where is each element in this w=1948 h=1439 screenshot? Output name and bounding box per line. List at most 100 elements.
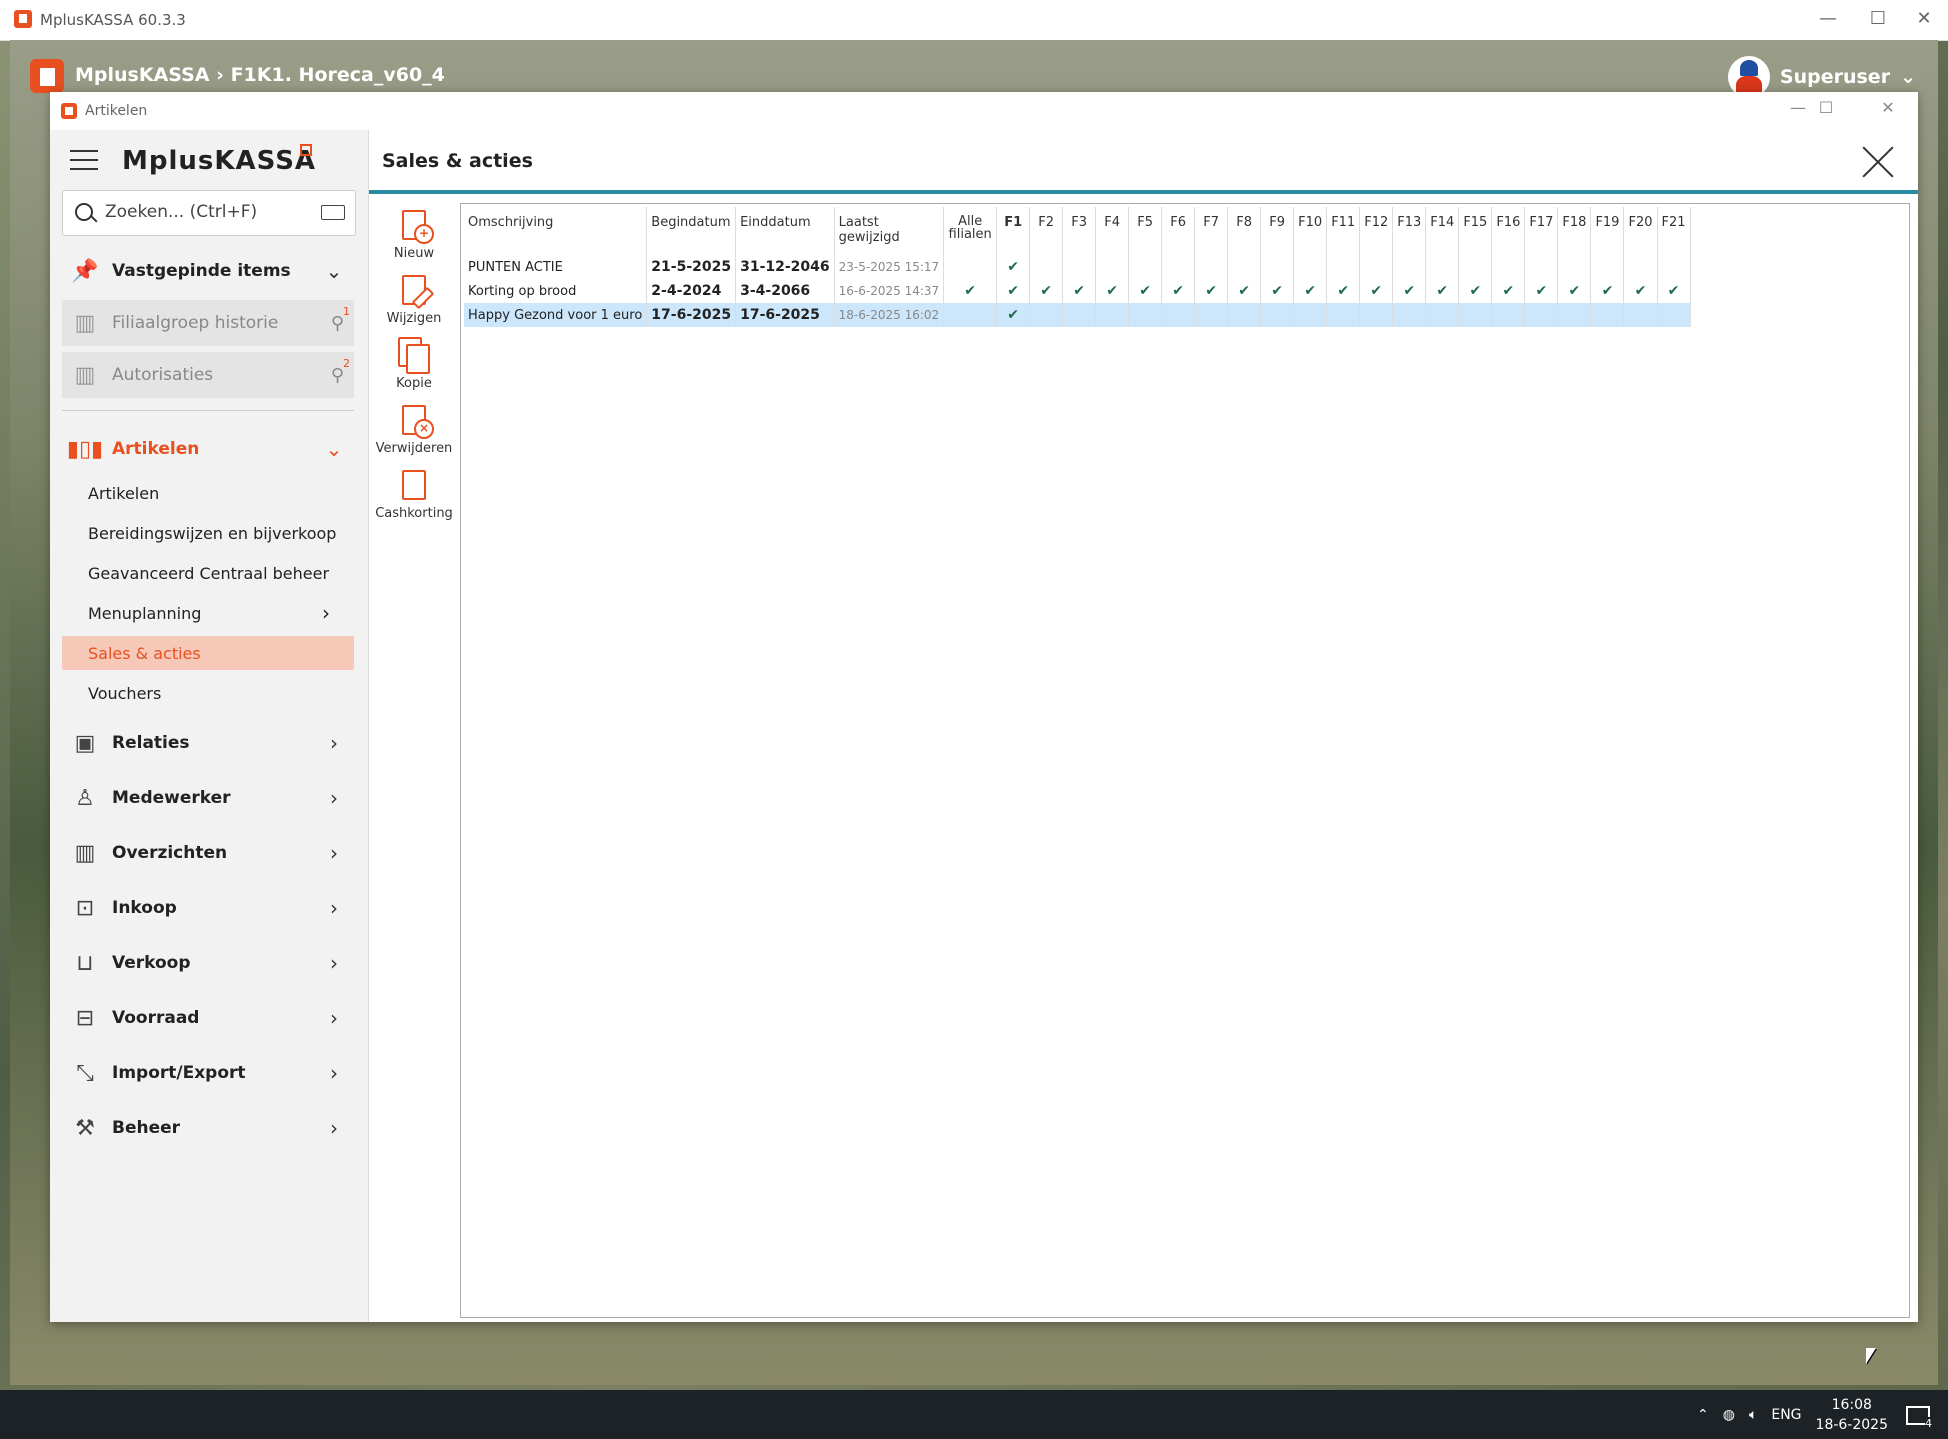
table-cell-check[interactable]: [1557, 255, 1592, 279]
table-cell-check[interactable]: [1359, 303, 1394, 327]
column-header[interactable]: F3: [1062, 207, 1097, 255]
table-cell-check[interactable]: [1458, 255, 1493, 279]
language-indicator[interactable]: ENG: [1771, 1407, 1801, 1423]
breadcrumb[interactable]: MplusKASSA › F1K1. Horeca_v60_4: [75, 64, 445, 86]
table-cell-check[interactable]: ✔: [1359, 279, 1394, 303]
nav-filiaalgroep-historie[interactable]: ▥ Filiaalgroep historie ⚲ 1: [62, 300, 354, 346]
nav-verkoop[interactable]: ⊔ Verkoop ›: [62, 940, 354, 986]
column-header[interactable]: Omschrijving: [464, 207, 648, 255]
table-cell-check[interactable]: ✔: [1029, 279, 1064, 303]
table-cell-check[interactable]: [1095, 255, 1130, 279]
column-header[interactable]: Alle filialen: [943, 207, 998, 255]
table-cell-check[interactable]: [1128, 303, 1163, 327]
column-header[interactable]: F14: [1425, 207, 1460, 255]
column-header[interactable]: Einddatum: [735, 207, 835, 255]
table-row[interactable]: Korting op brood 2-4-2024 3-4-2066 16-6-202…: [464, 279, 1691, 303]
clock[interactable]: 16:08 18-6-2025: [1816, 1395, 1888, 1435]
table-cell-check[interactable]: [1161, 255, 1196, 279]
table-cell-check[interactable]: ✔: [1491, 279, 1526, 303]
table-cell-check[interactable]: ✔: [943, 279, 998, 303]
cash-discount-button[interactable]: Cashkorting: [369, 464, 459, 524]
table-cell-check[interactable]: ✔: [1260, 279, 1295, 303]
nav-voorraad[interactable]: ⊟ Voorraad ›: [62, 995, 354, 1041]
table-cell-check[interactable]: [1062, 303, 1097, 327]
table-cell-check[interactable]: [1392, 303, 1427, 327]
table-cell-check[interactable]: [1128, 255, 1163, 279]
keyboard-icon[interactable]: [321, 205, 345, 220]
table-cell-check[interactable]: [1029, 255, 1064, 279]
speaker-icon[interactable]: 🔈︎: [1749, 1407, 1757, 1423]
table-cell-check[interactable]: [1392, 255, 1427, 279]
minimize-button[interactable]: —: [1808, 8, 1848, 29]
table-cell-check[interactable]: ✔: [1557, 279, 1592, 303]
search-input[interactable]: [103, 201, 307, 223]
column-header[interactable]: Begindatum: [646, 207, 737, 255]
table-cell-check[interactable]: [1359, 255, 1394, 279]
column-header[interactable]: F6: [1161, 207, 1196, 255]
column-header[interactable]: F5: [1128, 207, 1163, 255]
column-header[interactable]: F13: [1392, 207, 1427, 255]
table-cell-check[interactable]: [1029, 303, 1064, 327]
table-cell-check[interactable]: [1623, 303, 1658, 327]
table-cell-check[interactable]: [1062, 255, 1097, 279]
column-header[interactable]: F4: [1095, 207, 1130, 255]
column-header[interactable]: F20: [1623, 207, 1658, 255]
table-cell-check[interactable]: ✔: [1326, 279, 1361, 303]
table-cell-check[interactable]: ✔: [996, 255, 1031, 279]
pin-icon[interactable]: ⚲ 1: [331, 305, 350, 334]
nav-import-export[interactable]: ⤡ Import/Export ›: [62, 1050, 354, 1096]
sub-item-bereidingswijzen[interactable]: Bereidingswijzen en bijverkoop: [62, 516, 354, 550]
pin-icon[interactable]: ⚲ 2: [331, 357, 350, 386]
table-cell-check[interactable]: [1293, 303, 1328, 327]
search-box[interactable]: [62, 190, 356, 236]
table-cell-check[interactable]: ✔: [1590, 279, 1625, 303]
new-button[interactable]: + Nieuw: [369, 204, 459, 264]
sync-icon[interactable]: ◍: [1723, 1407, 1735, 1423]
table-cell-check[interactable]: [1657, 303, 1691, 327]
table-cell-check[interactable]: [943, 255, 998, 279]
table-cell-check[interactable]: [1260, 255, 1295, 279]
column-header[interactable]: F11: [1326, 207, 1361, 255]
table-cell-check[interactable]: [1491, 255, 1526, 279]
column-header[interactable]: F10: [1293, 207, 1328, 255]
table-cell-check[interactable]: ✔: [996, 279, 1031, 303]
table-cell-check[interactable]: [1227, 303, 1262, 327]
table-cell-check[interactable]: [1194, 303, 1229, 327]
nav-autorisaties[interactable]: ▥ Autorisaties ⚲ 2: [62, 352, 354, 398]
table-cell-check[interactable]: [1590, 255, 1625, 279]
table-cell-check[interactable]: [1657, 255, 1691, 279]
table-cell-check[interactable]: ✔: [1227, 279, 1262, 303]
table-cell-check[interactable]: ✔: [1161, 279, 1196, 303]
table-cell-check[interactable]: [1326, 303, 1361, 327]
nav-relaties[interactable]: ▣ Relaties ›: [62, 720, 354, 766]
table-cell-check[interactable]: ✔: [1458, 279, 1493, 303]
table-cell-check[interactable]: ✔: [1062, 279, 1097, 303]
table-cell-check[interactable]: [1425, 303, 1460, 327]
column-header[interactable]: F16: [1491, 207, 1526, 255]
column-header[interactable]: F8: [1227, 207, 1262, 255]
notification-icon[interactable]: 4: [1902, 1400, 1932, 1430]
table-cell-check[interactable]: ✔: [1293, 279, 1328, 303]
column-header[interactable]: F1: [996, 207, 1031, 255]
table-cell-check[interactable]: [1623, 255, 1658, 279]
table-cell-check[interactable]: ✔: [1425, 279, 1460, 303]
sub-item-vouchers[interactable]: Vouchers: [62, 676, 354, 710]
column-header[interactable]: F12: [1359, 207, 1394, 255]
sub-item-geavanceerd[interactable]: Geavanceerd Centraal beheer: [62, 556, 354, 590]
delete-button[interactable]: × Verwijderen: [369, 399, 459, 459]
nav-inkoop[interactable]: ⊡ Inkoop ›: [62, 885, 354, 931]
table-cell-check[interactable]: [1524, 303, 1559, 327]
close-window-button[interactable]: ✕: [1904, 8, 1944, 29]
column-header[interactable]: F15: [1458, 207, 1493, 255]
table-cell-check[interactable]: [1557, 303, 1592, 327]
table-cell-check[interactable]: ✔: [996, 303, 1031, 327]
column-header[interactable]: Laatst gewijzigd: [834, 207, 945, 255]
table-row[interactable]: Happy Gezond voor 1 euro 17-6-2025 17-6-20…: [464, 303, 1691, 327]
table-cell-check[interactable]: ✔: [1657, 279, 1691, 303]
table-cell-check[interactable]: ✔: [1392, 279, 1427, 303]
column-header[interactable]: F21: [1657, 207, 1691, 255]
table-cell-check[interactable]: [1491, 303, 1526, 327]
table-cell-check[interactable]: ✔: [1623, 279, 1658, 303]
table-cell-check[interactable]: [1524, 255, 1559, 279]
table-cell-check[interactable]: [1590, 303, 1625, 327]
